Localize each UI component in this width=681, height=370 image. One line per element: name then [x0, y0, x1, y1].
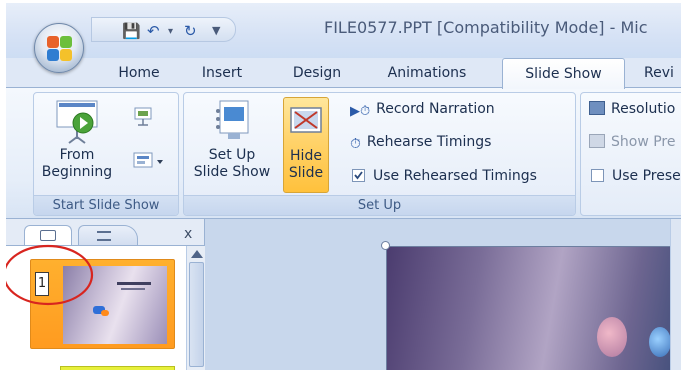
rehearse-timings-icon: ⏱	[350, 136, 361, 152]
slide-editing-area	[205, 219, 681, 370]
hide-slide-icon	[290, 107, 322, 133]
tab-insert[interactable]: Insert	[187, 58, 257, 88]
outline-tab-icon	[97, 231, 111, 241]
ribbon: From Beginning Start Slide Show Set Up S…	[6, 87, 681, 219]
rehearse-timings-label: Rehearse Timings	[366, 134, 492, 150]
scroll-thumb[interactable]	[189, 262, 204, 367]
powerpoint-window: 💾 ↶ ▾ ↻ ▼ FILE0577.PPT [Compatibility Mo…	[6, 3, 681, 370]
set-up-show-icon	[216, 100, 249, 139]
resolution-icon	[589, 101, 605, 115]
undo-icon[interactable]: ↶	[147, 22, 160, 40]
tab-design[interactable]: Design	[277, 58, 357, 88]
thumbnail-title-mark	[117, 282, 151, 285]
undo-dropdown-icon[interactable]: ▾	[168, 26, 173, 37]
group-set-up: Set Up Slide Show Hide Slide ▶⏱ Record Na…	[183, 92, 576, 216]
custom-slide-show-button[interactable]	[132, 151, 166, 173]
from-beginning-button[interactable]: From Beginning	[38, 97, 116, 193]
tab-slides[interactable]	[24, 225, 72, 245]
quick-access-toolbar: 💾 ↶ ▾ ↻ ▼	[91, 17, 236, 42]
resolution-dropdown[interactable]: Resolutio	[589, 101, 675, 117]
record-narration-button[interactable]: ▶⏱ Record Narration	[350, 101, 495, 119]
projector-screen-icon	[56, 100, 98, 144]
use-rehearsed-timings-option[interactable]: Use Rehearsed Timings	[352, 168, 537, 184]
thumbnail-subtitle-mark	[121, 288, 145, 290]
use-presenter-view-checkbox[interactable]	[591, 169, 604, 182]
customize-icon[interactable]: ▼	[212, 24, 220, 37]
show-presentation-on-dropdown[interactable]: Show Pre	[589, 134, 675, 150]
use-presenter-view-option[interactable]: Use Prese	[591, 168, 681, 184]
from-beginning-label: From Beginning	[41, 147, 113, 180]
rehearse-timings-button[interactable]: ⏱ Rehearse Timings	[350, 134, 492, 152]
slides-tab-icon	[40, 230, 56, 241]
start-slide-show-group-label: Start Slide Show	[34, 195, 178, 215]
slide-bubble-decoration	[597, 317, 627, 357]
custom-show-icon	[133, 152, 163, 168]
checkmark-icon	[354, 171, 363, 180]
thumbnail-accent-mark	[101, 310, 109, 316]
use-presenter-view-label: Use Prese	[612, 168, 681, 184]
record-narration-icon: ▶⏱	[350, 104, 371, 119]
hide-slide-button[interactable]: Hide Slide	[283, 97, 329, 193]
ribbon-tabs: Home Insert Design Animations Slide Show…	[6, 58, 681, 89]
use-rehearsed-timings-label: Use Rehearsed Timings	[373, 168, 537, 184]
red-circle-annotation	[6, 244, 94, 306]
from-current-slide-button[interactable]	[132, 107, 156, 129]
monitor-icon	[589, 134, 605, 148]
scroll-up-icon[interactable]	[191, 250, 203, 258]
tab-home[interactable]: Home	[104, 58, 174, 88]
slides-panel: x 1	[6, 219, 205, 370]
record-narration-label: Record Narration	[376, 101, 495, 117]
resolution-label: Resolutio	[611, 101, 676, 117]
use-rehearsed-timings-checkbox[interactable]	[352, 169, 365, 182]
slide-canvas[interactable]	[386, 246, 681, 370]
show-presentation-on-label: Show Pre	[611, 134, 676, 150]
office-button[interactable]	[34, 23, 84, 73]
redo-icon[interactable]: ↻	[184, 22, 197, 40]
group-monitors: Resolutio Show Pre Use Prese	[580, 92, 681, 216]
office-logo-icon	[47, 36, 73, 62]
set-up-group-label: Set Up	[184, 195, 575, 215]
title-bar: 💾 ↶ ▾ ↻ ▼ FILE0577.PPT [Compatibility Mo…	[6, 3, 681, 58]
save-icon[interactable]: 💾	[122, 22, 141, 40]
set-up-slide-show-label: Set Up Slide Show	[193, 147, 271, 180]
vertical-scrollbar[interactable]	[670, 219, 681, 370]
tab-animations[interactable]: Animations	[372, 58, 482, 88]
small-projector-icon	[134, 107, 152, 126]
group-start-slide-show: From Beginning Start Slide Show	[33, 92, 179, 216]
slide-bubble-decoration	[649, 327, 671, 357]
tab-review[interactable]: Revi	[644, 58, 681, 88]
slide-thumbnail-2[interactable]	[60, 366, 175, 370]
resize-handle[interactable]	[381, 241, 390, 250]
close-panel-button[interactable]: x	[184, 226, 192, 242]
hide-slide-label: Hide Slide	[288, 148, 324, 181]
window-title: FILE0577.PPT [Compatibility Mode] - Mic	[324, 18, 648, 37]
tab-slide-show[interactable]: Slide Show	[502, 58, 625, 89]
tab-outline[interactable]	[78, 225, 138, 245]
thumbnail-scrollbar[interactable]	[186, 246, 205, 370]
set-up-slide-show-button[interactable]: Set Up Slide Show	[190, 97, 274, 193]
